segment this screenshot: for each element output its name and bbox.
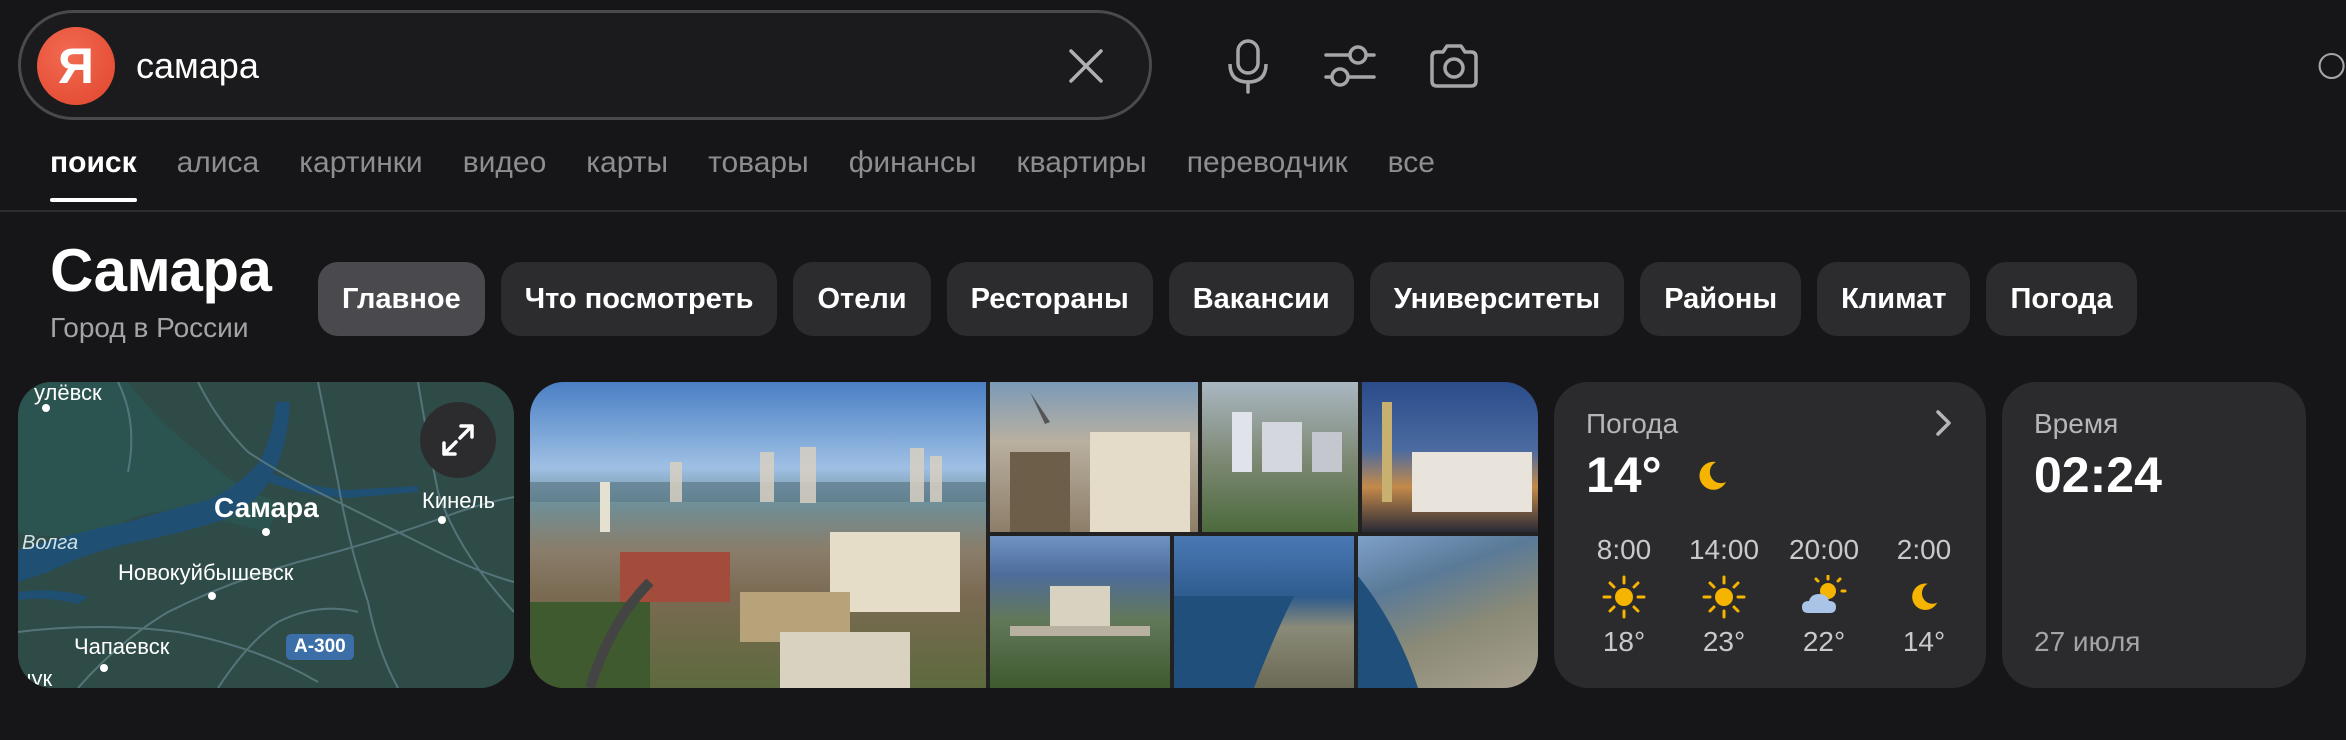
tab-apartments[interactable]: квартиры	[1017, 146, 1147, 202]
tab-maps[interactable]: карты	[586, 146, 668, 202]
forecast-item: 20:00 22°	[1774, 534, 1874, 658]
current-date: 27 июля	[2034, 626, 2141, 657]
road-badge: A-300	[286, 634, 354, 660]
chip-districts[interactable]: Районы	[1640, 262, 1802, 336]
photo-riverside-aerial[interactable]	[1358, 536, 1538, 688]
entity-chips: Главное Что посмотреть Отели Рестораны В…	[318, 262, 2137, 336]
photo-glory-monument[interactable]	[990, 382, 1198, 532]
search-bar: Я	[18, 10, 1152, 120]
map-label-samara: Самара	[214, 492, 319, 523]
photo-volga-shore-image	[1174, 596, 1294, 688]
tab-translator[interactable]: переводчик	[1187, 146, 1348, 202]
sun-icon	[1702, 572, 1746, 622]
chip-weather[interactable]: Погода	[1986, 262, 2137, 336]
forecast-time: 14:00	[1688, 534, 1760, 565]
moon-icon	[1699, 461, 1726, 490]
forecast-temp: 18°	[1602, 626, 1646, 657]
current-time: 02:24	[2034, 447, 2162, 503]
photo-glory-square-evening[interactable]	[1362, 382, 1538, 532]
filters-icon	[1324, 45, 1376, 87]
map-point	[100, 664, 108, 672]
tab-search[interactable]: поиск	[50, 146, 137, 202]
chip-restaurants[interactable]: Рестораны	[946, 262, 1153, 336]
map-label-chuk: чук	[20, 666, 53, 688]
tab-finance[interactable]: финансы	[849, 146, 977, 202]
expand-map-button[interactable]	[420, 402, 496, 478]
search-input[interactable]	[136, 41, 1016, 91]
chip-main[interactable]: Главное	[318, 262, 485, 336]
forecast-temp: 22°	[1802, 626, 1846, 657]
photo-riverside-aerial-image	[1358, 576, 1418, 688]
voice-search-button[interactable]	[1220, 36, 1276, 96]
map-label-kinel: Кинель	[422, 488, 496, 513]
map-label-novokuibyshevsk: Новокуйбышевск	[118, 560, 294, 585]
expand-icon	[442, 424, 474, 456]
weather-card[interactable]: Погода 14° 8:00 18° 14:00 23° 20:00 22°	[1554, 382, 1986, 688]
sun-icon	[1602, 572, 1646, 622]
tab-all[interactable]: все	[1388, 146, 1435, 202]
map-label-chapaevsk: Чапаевск	[74, 634, 170, 659]
map-card[interactable]: улёвск Самара Кинель Волга Новокуйбышевс…	[18, 382, 514, 688]
search-filters-button[interactable]	[1322, 36, 1378, 96]
map-point	[262, 528, 270, 536]
tab-alice[interactable]: алиса	[177, 146, 260, 202]
chip-sights[interactable]: Что посмотреть	[500, 262, 778, 336]
map-label-volga: Волга	[22, 532, 79, 554]
image-search-button[interactable]	[1426, 36, 1482, 96]
chevron-right-icon[interactable]	[1928, 408, 1958, 438]
weather-forecast: 8:00 18° 14:00 23° 20:00 22° 2:00 14°	[1574, 534, 1974, 658]
map-point	[42, 404, 50, 412]
clear-search-button[interactable]	[1061, 41, 1111, 91]
chip-climate[interactable]: Климат	[1817, 262, 1971, 336]
forecast-time: 20:00	[1788, 534, 1860, 565]
forecast-temp: 14°	[1902, 626, 1946, 657]
notifications-button[interactable]	[2316, 36, 2346, 96]
map-label-ulyovsk: улёвск	[34, 382, 102, 405]
forecast-item: 2:00 14°	[1874, 534, 1974, 658]
photo-embankment-image	[1232, 412, 1342, 472]
weather-title: Погода	[1586, 408, 1679, 439]
current-temperature: 14°	[1586, 447, 1662, 503]
microphone-icon	[1228, 39, 1268, 94]
camera-icon	[1430, 44, 1478, 88]
yandex-logo[interactable]: Я	[37, 27, 115, 105]
photo-city-panorama[interactable]	[530, 382, 986, 688]
search-tabs: поиск алиса картинки видео карты товары …	[50, 146, 1435, 202]
time-card[interactable]: Время 02:24 27 июля	[2002, 382, 2306, 688]
map-point	[438, 516, 446, 524]
tabs-divider	[0, 210, 2346, 212]
forecast-item: 8:00 18°	[1574, 534, 1674, 658]
close-icon	[1069, 49, 1103, 83]
photo-volga-shore[interactable]	[1174, 536, 1354, 688]
entity-title: Самара	[50, 237, 272, 304]
chip-universities[interactable]: Университеты	[1369, 262, 1625, 336]
photo-square-aerial-image	[1010, 586, 1150, 636]
photo-embankment[interactable]	[1202, 382, 1358, 532]
forecast-time: 2:00	[1896, 534, 1952, 565]
photo-collage[interactable]	[530, 382, 1538, 688]
tab-products[interactable]: товары	[708, 146, 809, 202]
moon-icon	[1907, 572, 1941, 622]
tab-images[interactable]: картинки	[299, 146, 422, 202]
photo-glory-monument-image	[1010, 392, 1190, 532]
photo-square-aerial[interactable]	[990, 536, 1170, 688]
photo-city-panorama-image	[530, 447, 986, 688]
photo-glory-square-evening-image	[1382, 402, 1532, 512]
entity-subtitle: Город в России	[50, 312, 249, 343]
chip-hotels[interactable]: Отели	[793, 262, 931, 336]
time-title: Время	[2034, 408, 2119, 439]
map-point	[208, 592, 216, 600]
forecast-time: 8:00	[1596, 534, 1652, 565]
tab-video[interactable]: видео	[463, 146, 547, 202]
partly-cloudy-icon	[1800, 572, 1848, 622]
chip-jobs[interactable]: Вакансии	[1168, 262, 1354, 336]
forecast-temp: 23°	[1702, 626, 1746, 657]
forecast-item: 14:00 23°	[1674, 534, 1774, 658]
bell-icon	[2318, 52, 2345, 80]
